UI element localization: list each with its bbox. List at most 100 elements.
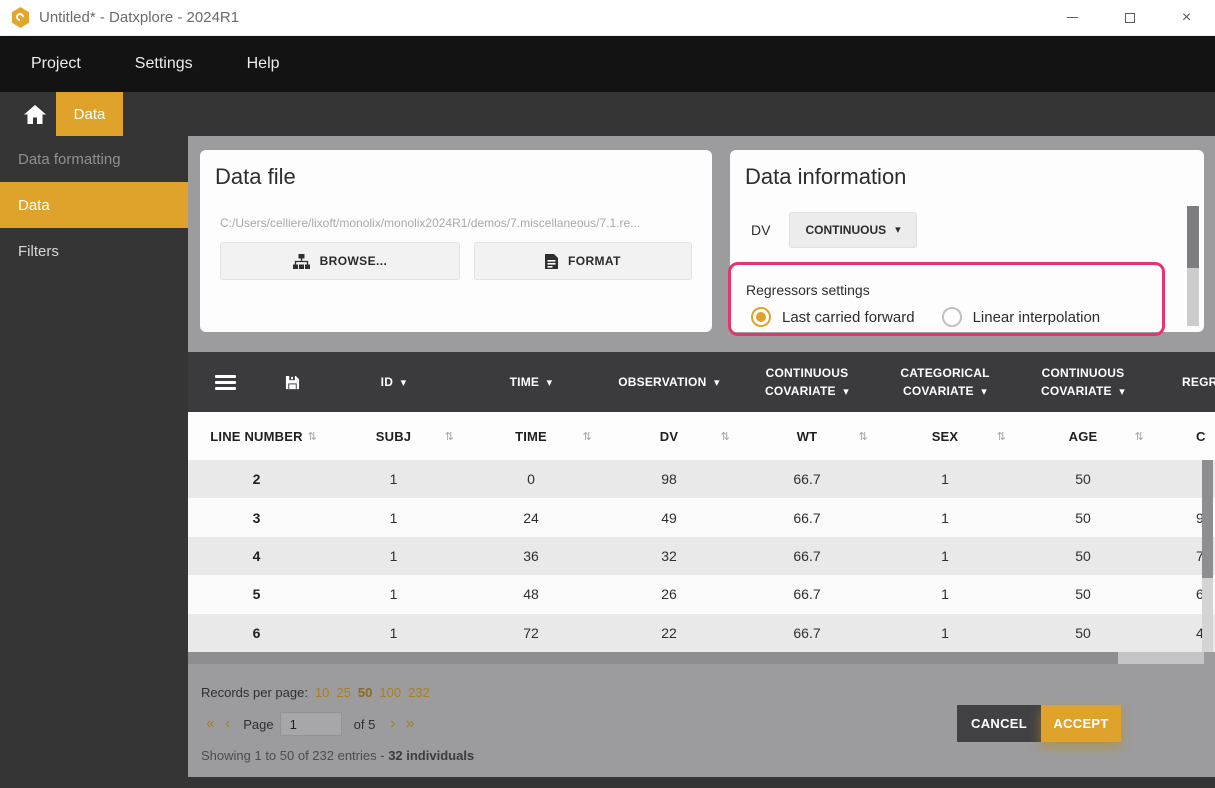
table-cell: 66.7 [738, 586, 876, 602]
type-header-time[interactable]: TIME ▾ [462, 352, 600, 412]
table-cell: 66.7 [738, 625, 876, 641]
sort-icon[interactable]: ⇅ [721, 430, 730, 443]
close-icon: × [1182, 9, 1191, 27]
table-horizontal-scrollbar-thumb[interactable] [188, 652, 1118, 664]
records-option-50[interactable]: 50 [358, 685, 372, 700]
column-header-dv[interactable]: DV⇅ [600, 412, 738, 460]
table-vertical-scrollbar[interactable] [1202, 460, 1213, 652]
table-cell: 50 [1014, 625, 1152, 641]
maximize-button[interactable] [1101, 0, 1158, 35]
prev-page-button[interactable]: ‹ [220, 715, 235, 733]
table-horizontal-scrollbar[interactable] [188, 652, 1204, 664]
sort-icon[interactable]: ⇅ [308, 430, 317, 443]
column-label: WT [797, 429, 818, 444]
regressors-settings: Regressors settings Last carried forward… [745, 282, 1100, 327]
table-body: 2 1 0 98 66.7 1 50 3 1 24 49 66.7 1 50 9… [188, 460, 1215, 652]
page-of-label: of 5 [354, 717, 376, 732]
column-label: LINE NUMBER [210, 429, 302, 444]
radio-label-last-carried-forward[interactable]: Last carried forward [782, 309, 915, 326]
sidebar-item-data-formatting[interactable]: Data formatting [0, 136, 188, 182]
radio-linear-interpolation[interactable] [942, 307, 962, 327]
first-page-button[interactable]: « [201, 715, 220, 733]
type-header-categorical-covariate[interactable]: CATEGORICAL COVARIATE ▾ [876, 352, 1014, 412]
column-header-wt[interactable]: WT ⇅ [738, 412, 876, 460]
table-cell: 32 [600, 548, 738, 564]
radio-last-carried-forward[interactable] [751, 307, 771, 327]
table-cell: 3 [188, 510, 325, 526]
sidebar-item-filters[interactable]: Filters [0, 228, 188, 274]
type-header-id[interactable]: ID ▾ [325, 352, 462, 412]
sort-icon[interactable]: ⇅ [859, 430, 868, 443]
table-menu-hamburger-icon[interactable] [215, 375, 236, 390]
next-page-button[interactable]: › [385, 715, 400, 733]
format-button[interactable]: FORMAT [474, 242, 692, 280]
menu-project[interactable]: Project [0, 55, 108, 73]
top-strip: Data [0, 92, 1215, 136]
table-cell: 50 [1014, 548, 1152, 564]
column-header-c[interactable]: C [1152, 412, 1215, 460]
type-header-continuous-covariate-2[interactable]: CONTINUOUS COVARIATE ▾ [1014, 352, 1152, 412]
type-header-label: REGRE [1182, 375, 1215, 389]
table-cell: 1 [325, 510, 462, 526]
menu-settings[interactable]: Settings [108, 55, 220, 73]
records-option-10[interactable]: 10 [315, 685, 329, 700]
column-header-sex[interactable]: SEX⇅ [876, 412, 1014, 460]
column-header-line-number[interactable]: LINE NUMBER ⇅ [188, 412, 325, 460]
table-type-header: ID ▾ TIME ▾ OBSERVATION ▾ CONTINUOUS COV… [188, 352, 1215, 412]
browse-button[interactable]: BROWSE... [220, 242, 460, 280]
type-header-label: CONTINUOUS COVARIATE [765, 366, 848, 398]
logo-ring [14, 11, 25, 22]
table-cell: 66.7 [738, 471, 876, 487]
table-cell: 36 [462, 548, 600, 564]
table-row: 6 1 72 22 66.7 1 50 4 [188, 614, 1215, 652]
menu-help[interactable]: Help [220, 55, 307, 73]
type-header-regressor[interactable]: REGRE [1152, 352, 1215, 412]
table-column-header: LINE NUMBER ⇅ SUBJ ⇅ TIME ⇅ DV⇅ WT ⇅ SEX⇅ AG… [188, 412, 1215, 460]
sort-icon[interactable]: ⇅ [997, 430, 1006, 443]
data-info-scrollbar-thumb[interactable] [1187, 206, 1199, 268]
column-header-age[interactable]: AGE ⇅ [1014, 412, 1152, 460]
column-label: TIME [515, 429, 547, 444]
data-file-panel: Data file C:/Users/celliere/lixoft/monol… [200, 150, 712, 332]
data-info-scrollbar[interactable] [1187, 206, 1199, 326]
table-cell: 1 [325, 471, 462, 487]
records-option-25[interactable]: 25 [336, 685, 350, 700]
column-header-subj[interactable]: SUBJ ⇅ [325, 412, 462, 460]
page-number-input[interactable] [280, 712, 342, 736]
dv-type-dropdown[interactable]: CONTINUOUS ▾ [789, 212, 916, 248]
sort-icon[interactable]: ⇅ [583, 430, 592, 443]
format-button-label: FORMAT [568, 254, 621, 268]
sidebar: Data formatting Data Filters [0, 136, 188, 788]
sort-icon[interactable]: ⇅ [445, 430, 454, 443]
last-page-button[interactable]: » [401, 715, 420, 733]
page-label: Page [243, 717, 273, 732]
tab-data[interactable]: Data [56, 92, 123, 136]
column-label: AGE [1069, 429, 1098, 444]
column-label: SUBJ [376, 429, 411, 444]
table-cell: 1 [876, 548, 1014, 564]
table-cell: 1 [876, 586, 1014, 602]
table-vertical-scrollbar-thumb[interactable] [1202, 460, 1213, 578]
close-button[interactable]: × [1158, 0, 1215, 35]
sort-icon[interactable]: ⇅ [1135, 430, 1144, 443]
titlebar: Untitled* - Datxplore - 2024R1 × [0, 0, 1215, 36]
minimize-button[interactable] [1044, 0, 1101, 35]
sidebar-item-data[interactable]: Data [0, 182, 188, 228]
records-option-100[interactable]: 100 [379, 685, 401, 700]
records-option-232[interactable]: 232 [408, 685, 430, 700]
data-information-panel: Data information DV CONTINUOUS ▾ Regress… [730, 150, 1204, 332]
accept-button[interactable]: ACCEPT [1041, 705, 1121, 742]
save-button[interactable] [285, 375, 300, 390]
regressors-options: Last carried forward Linear interpolatio… [745, 307, 1100, 327]
radio-label-linear-interpolation[interactable]: Linear interpolation [973, 309, 1101, 326]
table-row: 5 1 48 26 66.7 1 50 6 [188, 575, 1215, 613]
cancel-button[interactable]: CANCEL [957, 705, 1041, 742]
type-header-observation[interactable]: OBSERVATION ▾ [600, 352, 738, 412]
table-cell: 66.7 [738, 548, 876, 564]
footer-strip [0, 777, 1215, 788]
column-header-time[interactable]: TIME ⇅ [462, 412, 600, 460]
type-header-continuous-covariate-1[interactable]: CONTINUOUS COVARIATE ▾ [738, 352, 876, 412]
type-header-label: TIME [510, 375, 539, 389]
table-cell: 0 [462, 471, 600, 487]
home-button[interactable] [14, 92, 56, 136]
